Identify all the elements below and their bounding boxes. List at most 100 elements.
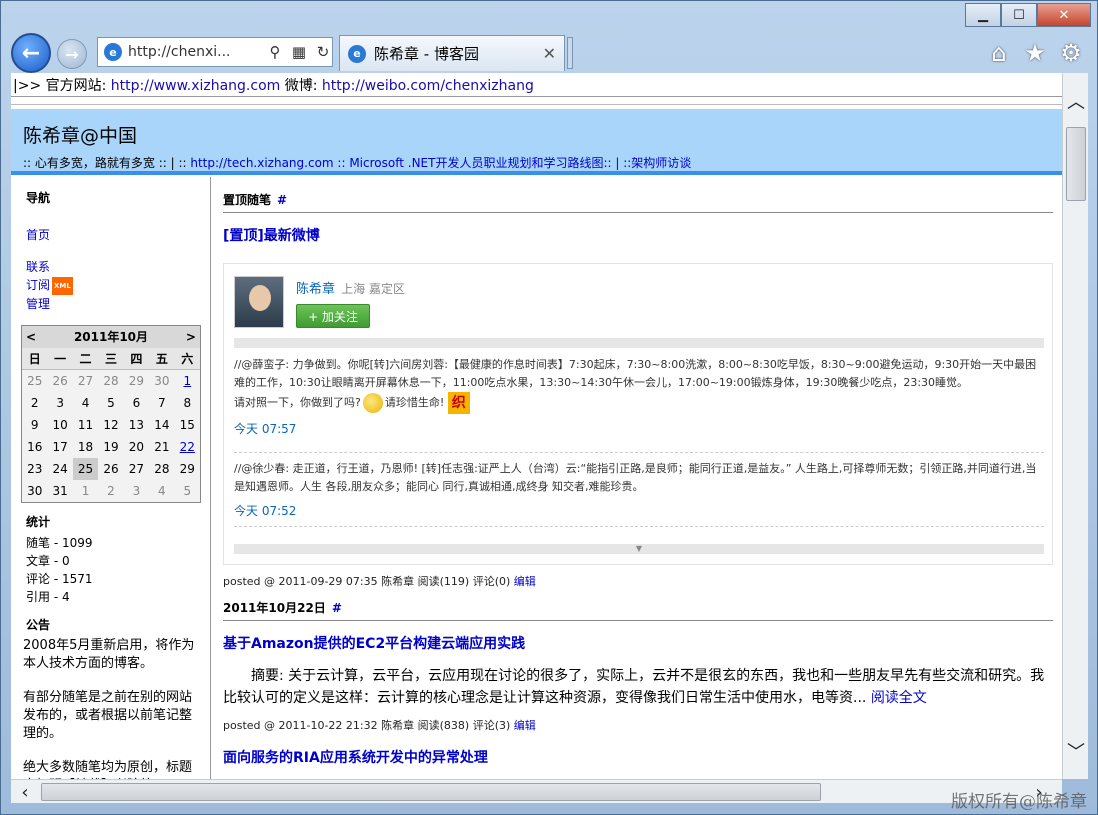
section-pinned: 置顶随笔 # [223,177,1053,213]
calendar-day: 24 [52,461,68,476]
home-icon[interactable]: ⌂ [985,39,1013,67]
calendar-next[interactable]: > [186,330,196,344]
horizontal-scroll-thumb[interactable] [41,783,821,801]
blog-title[interactable]: 陈希章@中国 [23,121,1062,148]
calendar-weekday: 一 [47,347,73,370]
post2-summary: 摘要: 关于云计算，云平台，云应用现在讨论的很多了，实际上，云并不是很玄的东西，… [223,665,1053,709]
calendar-weekday: 六 [174,347,200,370]
calendar-day[interactable]: 1 [175,370,200,392]
follow-button[interactable]: + 加关注 [296,304,370,328]
calendar-day[interactable]: 22 [175,436,200,458]
calendar-day: 4 [158,483,166,498]
refresh-icon[interactable]: ↻ [314,43,332,61]
section-pinned-anchor[interactable]: # [277,193,287,207]
sidebar: 导航 首页 联系 订阅 XML 管理 < 2011年10月 > 日一二三四五六 25… [11,177,211,779]
weibo-separator [234,526,1044,527]
avatar[interactable] [234,276,284,328]
calendar-day: 2 [107,483,115,498]
browser-window: ▁ ☐ ✕ ← → e http://chenxi... ⚲ ▦ ↻ e 陈希章… [0,0,1098,815]
xml-badge[interactable]: XML [52,276,73,295]
ie-page-icon: e [104,43,122,61]
read-more-link[interactable]: 阅读全文 [871,690,927,706]
post-title-weibo[interactable]: [置顶]最新微博 [223,225,1053,245]
calendar-day: 8 [183,395,192,410]
post-title-ria[interactable]: 面向服务的RIA应用系统开发中的异常处理 [223,747,1053,767]
scroll-down-icon[interactable]: ﹀ [1063,739,1089,763]
calendar-day: 17 [52,439,68,454]
calendar-day: 4 [81,395,90,410]
smiley-icon [362,393,383,413]
weibo-item1-text2: 请对照一下，你做到了吗? [234,396,361,409]
calendar-day: 3 [132,483,141,498]
vertical-scrollbar[interactable]: ︿ ﹀ [1062,73,1088,779]
address-text[interactable]: http://chenxi... [128,44,260,60]
calendar-day: 30 [27,483,43,498]
career-link[interactable]: :: Microsoft .NET开发人员职业规划和学习路线图:: | ::架构… [334,156,691,170]
gear-icon[interactable]: ⚙ [1057,39,1085,67]
zhi-emoticon-icon: 织 [447,392,470,414]
nav-contact[interactable]: 联系 [26,258,200,276]
post2-edit-link[interactable]: 编辑 [514,719,536,732]
calendar-prev[interactable]: < [26,330,36,344]
top-prefix: |>> 官方网站: [13,78,111,94]
section-date-anchor[interactable]: # [332,601,342,615]
calendar-day: 29 [179,461,195,476]
weibo-item: //@薛蛮子: 力争做到。你呢[转]六间房刘蓉:【最健康的作息时间表】7:30起… [234,356,1044,438]
post1-footer: posted @ 2011-09-29 07:35 陈希章 阅读(119) 评论… [223,573,1053,589]
weibo-label: 微博: [280,78,322,94]
calendar-day: 9 [30,417,39,432]
new-tab-button[interactable] [567,37,573,69]
copyright-watermark: 版权所有@陈希章 [951,792,1087,812]
weibo-more-bar[interactable]: ▼ [234,544,1044,554]
nav-heading: 导航 [26,191,51,205]
calendar-grid: 日一二三四五六 25 26 27 28 29 30 1 2 3 4 5 6 7 8 9 10 11 12 13 14 15… [22,347,200,502]
calendar-day: 12 [103,417,119,432]
close-button[interactable]: ✕ [1037,3,1091,27]
post-title-ec2[interactable]: 基于Amazon提供的EC2平台构建云端应用实践 [223,633,1053,653]
nav-manage[interactable]: 管理 [26,295,200,313]
search-icon[interactable]: ⚲ [266,43,284,61]
favorites-star-icon[interactable]: ★ [1021,39,1049,67]
calendar-weekday: 五 [149,347,175,370]
calendar-day: 15 [179,417,195,432]
horizontal-scrollbar[interactable]: ‹ › [11,779,1062,803]
calendar-day: 28 [103,373,119,388]
calendar-weekday: 三 [98,347,124,370]
calendar-day: 23 [27,461,43,476]
calendar-day: 3 [56,395,64,410]
section-date-title: 2011年10月22日 [223,601,326,615]
calendar-day: 11 [77,417,94,432]
back-button[interactable]: ← [11,33,51,73]
weibo-link[interactable]: http://weibo.com/chenxizhang [322,78,534,94]
stat-articles: 文章 - 0 [26,553,70,568]
forward-button[interactable]: → [57,39,87,69]
calendar-day: 26 [52,373,68,388]
calendar-day: 10 [52,417,68,432]
nav-home[interactable]: 首页 [26,226,200,244]
scroll-left-icon[interactable]: ‹ [13,780,37,804]
tab-blog[interactable]: e 陈希章 - 博客园 ✕ [339,35,565,71]
weibo-item2-time[interactable]: 今天 07:52 [234,502,1044,520]
calendar-day: 27 [128,461,145,476]
post1-edit-link[interactable]: 编辑 [514,575,536,588]
blog-header: 陈希章@中国 :: 心有多宽，路就有多宽 :: | :: http://tech… [11,109,1062,175]
calendar-day: 5 [183,483,192,498]
calendar-day: 20 [128,439,145,454]
calendar-header: < 2011年10月 > [22,325,200,348]
calendar-day: 13 [128,417,145,432]
scroll-up-icon[interactable]: ︿ [1063,89,1089,113]
tech-link[interactable]: http://tech.xizhang.com [190,156,333,170]
nav-subscribe[interactable]: 订阅 [26,278,50,292]
compat-view-icon[interactable]: ▦ [290,43,308,61]
vertical-scroll-thumb[interactable] [1066,127,1086,201]
weibo-username[interactable]: 陈希章 [296,282,335,297]
calendar-day: 18 [77,439,94,454]
calendar-day: 5 [107,395,115,410]
minimize-button[interactable]: ▁ [965,3,1001,27]
weibo-item1-time[interactable]: 今天 07:57 [234,420,1044,438]
address-bar[interactable]: e http://chenxi... ⚲ ▦ ↻ [97,37,333,67]
calendar-title: 2011年10月 [73,330,149,344]
tab-close-icon[interactable]: ✕ [543,44,564,63]
maximize-button[interactable]: ☐ [1001,3,1037,27]
official-site-link[interactable]: http://www.xizhang.com [111,78,281,94]
